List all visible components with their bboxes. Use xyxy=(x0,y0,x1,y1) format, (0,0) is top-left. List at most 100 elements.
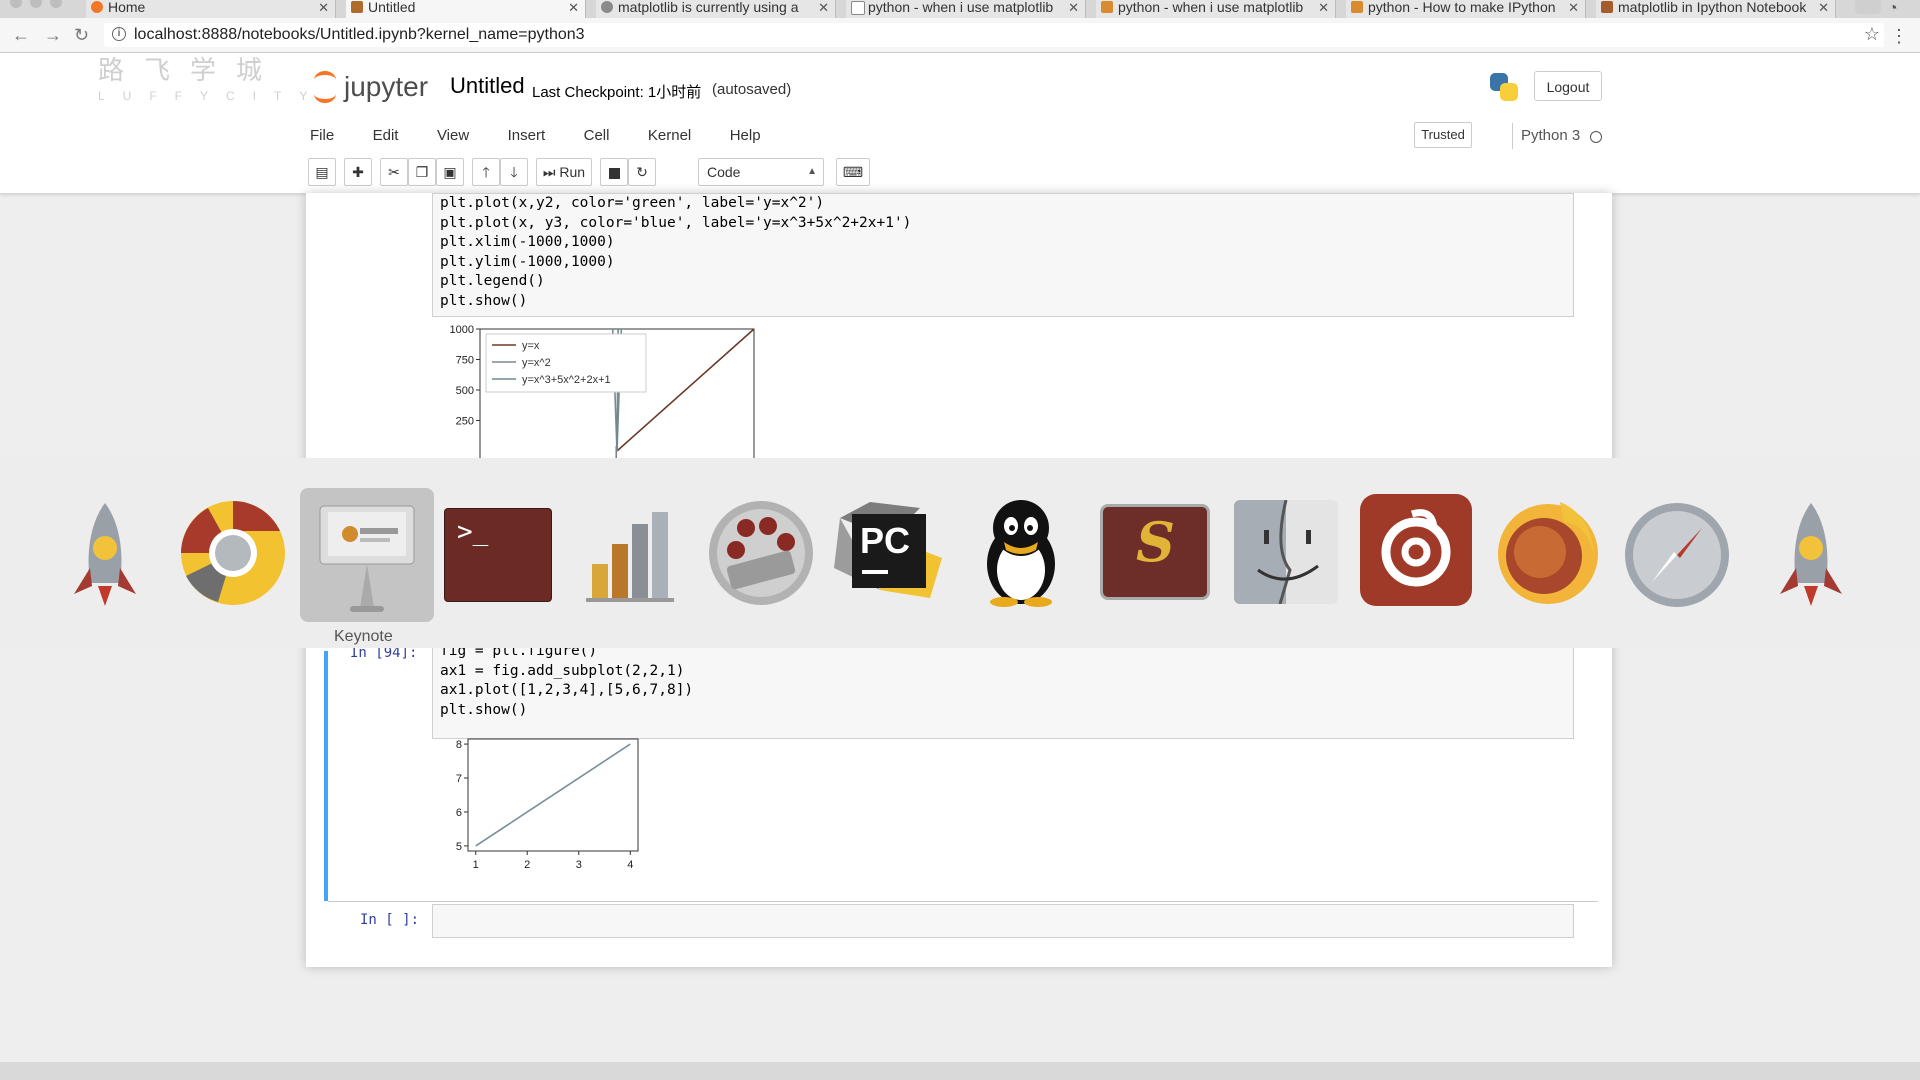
page-favicon-icon xyxy=(851,1,865,15)
dock: >_ PC S xyxy=(0,458,1920,648)
run-button[interactable]: ⏭ Run xyxy=(536,158,592,186)
notebook-title[interactable]: Untitled xyxy=(450,73,525,99)
cut-button[interactable]: ✂ xyxy=(380,158,408,186)
pycharm-icon[interactable]: PC xyxy=(830,498,942,608)
logout-button[interactable]: Logout xyxy=(1534,71,1602,101)
rocket-icon[interactable] xyxy=(1756,498,1866,608)
x-tick-label: 3 xyxy=(576,859,582,871)
chart-app-icon[interactable] xyxy=(578,498,688,608)
interrupt-button[interactable] xyxy=(600,158,628,186)
sublime-icon[interactable]: S xyxy=(1096,500,1214,608)
cell-prompt: In [ ]: xyxy=(360,912,420,928)
photo-booth-icon[interactable] xyxy=(706,498,816,608)
run-icon: ⏭ xyxy=(542,164,556,180)
arrow-up-icon: 🡑 xyxy=(482,164,490,180)
chrome-icon[interactable] xyxy=(178,498,288,608)
menu-kernel[interactable]: Kernel xyxy=(648,123,691,149)
watermark-logo: 路飞学城 LUFFYCITY xyxy=(98,50,325,103)
menu-edit[interactable]: Edit xyxy=(373,123,399,149)
y-tick-label: 7 xyxy=(456,773,462,785)
browser-tab-python-when-2[interactable]: python - when i use matplotlib ✕ xyxy=(1096,0,1336,18)
browser-tab-matplotlib-using[interactable]: matplotlib is currently using a ✕ xyxy=(596,0,836,18)
menu-view[interactable]: View xyxy=(437,123,469,149)
cell-border xyxy=(328,901,1598,902)
pycharm-underscore xyxy=(862,570,888,574)
sublime-glyph: S xyxy=(1136,510,1175,574)
browser-menu-icon[interactable]: ⋮ xyxy=(1890,26,1908,47)
qq-icon[interactable] xyxy=(966,498,1076,608)
window-close-dot[interactable] xyxy=(10,0,22,8)
forward-arrow-icon[interactable]: → xyxy=(44,25,62,46)
copy-icon: ❐ xyxy=(415,164,429,180)
code-line: ax1 = fig.add_subplot(2,2,1) xyxy=(440,662,685,679)
insert-cell-button[interactable]: ✚ xyxy=(344,158,372,186)
stackoverflow-favicon-icon xyxy=(1351,1,1363,13)
browser-tab-untitled[interactable]: Untitled ✕ xyxy=(346,0,586,18)
keynote-icon[interactable] xyxy=(300,488,434,622)
rocket-icon[interactable] xyxy=(50,498,160,608)
command-palette-button[interactable]: ⌨ xyxy=(836,158,870,186)
reload-icon[interactable]: ↻ xyxy=(74,25,89,46)
address-bar[interactable]: i localhost:8888/notebooks/Untitled.ipyn… xyxy=(104,23,1884,47)
tab-close-icon[interactable]: ✕ xyxy=(1068,0,1079,15)
y-tick-label: 1000 xyxy=(450,325,474,336)
code-line: plt.show() xyxy=(440,701,528,718)
terminal-glyph: >_ xyxy=(457,517,489,547)
arrow-down-icon: 🡓 xyxy=(510,164,518,180)
menu-help[interactable]: Help xyxy=(730,123,761,149)
jupyter-wordmark[interactable]: jupyter xyxy=(344,71,428,103)
copy-button[interactable]: ❐ xyxy=(408,158,436,186)
browser-tab-python-when-1[interactable]: python - when i use matplotlib ✕ xyxy=(846,0,1086,18)
cell-type-select[interactable]: Code▲▼ xyxy=(698,158,824,203)
code-line: plt.show() xyxy=(440,292,528,309)
terminal-icon[interactable]: >_ xyxy=(444,508,552,602)
tab-close-icon[interactable]: ✕ xyxy=(1318,0,1329,15)
trusted-badge[interactable]: Trusted xyxy=(1414,122,1472,148)
bookmark-star-icon[interactable]: ☆ xyxy=(1864,24,1880,45)
tab-close-icon[interactable]: ✕ xyxy=(818,0,829,15)
paste-button[interactable]: ▣ xyxy=(436,158,464,186)
watermark-en: LUFFYCITY xyxy=(98,89,326,103)
safari-icon[interactable] xyxy=(1622,500,1732,610)
empty-code-cell-input[interactable] xyxy=(432,904,1574,938)
x-tick-label: 2 xyxy=(524,859,530,871)
autosave-status: (autosaved) xyxy=(712,81,792,98)
netease-music-icon[interactable] xyxy=(1360,494,1472,606)
window-minimize-dot[interactable] xyxy=(30,0,42,8)
tab-close-icon[interactable]: ✕ xyxy=(1568,0,1579,15)
new-tab-button[interactable] xyxy=(1855,0,1881,14)
browser-tab-ipython[interactable]: python - How to make IPython ✕ xyxy=(1346,0,1586,18)
tab-close-icon[interactable]: ✕ xyxy=(1818,0,1829,15)
browser-tab-strip: Home ✕ Untitled ✕ matplotlib is currentl… xyxy=(0,0,1920,18)
url-text[interactable]: localhost:8888/notebooks/Untitled.ipynb?… xyxy=(134,26,585,44)
move-down-button[interactable]: 🡓 xyxy=(500,158,528,186)
dock-tooltip: Keynote xyxy=(334,628,393,645)
y-tick-label: 5 xyxy=(456,841,462,853)
page-favicon-icon xyxy=(1601,1,1613,13)
info-icon[interactable]: i xyxy=(112,27,126,41)
menu-insert[interactable]: Insert xyxy=(508,123,546,149)
finder-icon[interactable] xyxy=(1234,500,1338,604)
move-up-button[interactable]: 🡑 xyxy=(472,158,500,186)
code-line: plt.ylim(-1000,1000) xyxy=(440,253,615,270)
y-tick-label: 750 xyxy=(456,355,474,367)
browser-tab-matplotlib-ipython[interactable]: matplotlib in Ipython Notebook ✕ xyxy=(1596,0,1836,18)
save-button[interactable]: ▤ xyxy=(308,158,336,186)
kernel-name[interactable]: Python 3 xyxy=(1512,123,1580,149)
code-line: plt.plot(x, y3, color='blue', label='y=x… xyxy=(440,214,912,231)
bottom-status-strip xyxy=(0,1062,1920,1080)
menu-file[interactable]: File xyxy=(310,123,334,149)
stackoverflow-favicon-icon xyxy=(601,1,613,13)
back-arrow-icon[interactable]: ← xyxy=(12,25,30,46)
restart-button[interactable]: ↻ xyxy=(628,158,656,186)
firefox-icon[interactable] xyxy=(1490,494,1606,610)
window-zoom-dot[interactable] xyxy=(50,0,62,8)
tab-close-icon[interactable]: ✕ xyxy=(318,0,329,15)
tab-close-icon[interactable]: ✕ xyxy=(568,0,579,15)
profile-icon[interactable]: ◔ xyxy=(1888,0,1898,18)
y-tick-label: 6 xyxy=(456,807,462,819)
legend-entry: y=x^2 xyxy=(522,357,551,369)
menu-cell[interactable]: Cell xyxy=(584,123,610,149)
watermark-cn: 路飞学城 xyxy=(98,56,283,86)
browser-tab-home[interactable]: Home ✕ xyxy=(86,0,336,18)
